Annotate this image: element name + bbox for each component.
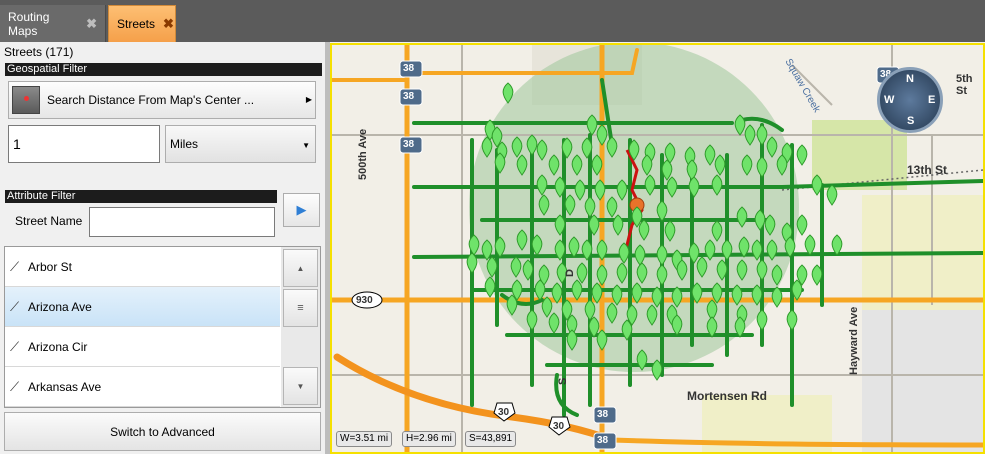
street-icon: ⟋ — [10, 258, 20, 274]
tab-bar: Routing Maps ✖ Streets ✖ — [0, 0, 985, 42]
attribute-filter-header: Attribute Filter — [5, 190, 277, 203]
tab-streets[interactable]: Streets ✖ — [108, 5, 176, 42]
street-name: Arizona Ave — [28, 299, 92, 314]
map-height-readout: H=2.96 mi — [402, 431, 456, 447]
street-label-5th-st: 5th St — [956, 73, 973, 97]
street-label-mortensen-rd: Mortensen Rd — [687, 389, 768, 403]
street-label-d: D — [564, 269, 576, 277]
map-width-readout: W=3.51 mi — [336, 431, 393, 447]
tab-label: Streets — [117, 17, 156, 31]
street-icon: ⟋ — [10, 338, 20, 354]
units-value: Miles — [170, 137, 199, 151]
us-30-shield: 30 — [553, 421, 565, 432]
streets-panel: Streets (171) Geospatial Filter Search D… — [0, 42, 325, 454]
close-icon[interactable]: ✖ — [163, 16, 174, 32]
scroll-down-button[interactable]: ▼ — [283, 367, 318, 405]
compass-south-label: S — [907, 115, 915, 127]
chevron-right-icon: ▶ — [305, 95, 312, 104]
list-scrollbar[interactable]: ▲ ≡ ▼ — [281, 247, 320, 407]
list-item[interactable]: ⟋ Arizona Cir — [5, 327, 280, 367]
street-icon: ⟋ — [10, 298, 20, 314]
street-name: Arkansas Ave — [28, 379, 102, 394]
switch-to-advanced-button[interactable]: Switch to Advanced — [4, 412, 321, 451]
tab-routing-maps[interactable]: Routing Maps ✖ — [0, 5, 106, 42]
apply-filter-button[interactable]: ▶ — [283, 193, 320, 227]
compass-east-label: E — [928, 94, 936, 106]
us-30-shield: 30 — [498, 407, 510, 418]
scroll-up-button[interactable]: ▲ — [283, 249, 318, 287]
list-item[interactable]: ⟋ Arkansas Ave — [5, 367, 280, 407]
street-label-500th-ave: 500th Ave — [357, 128, 369, 180]
route-38-shield: 38 — [597, 435, 609, 446]
route-38-shield: 38 — [403, 91, 415, 102]
streets-count: Streets (171) — [4, 45, 74, 59]
distance-input[interactable] — [8, 125, 160, 163]
play-icon: ▶ — [296, 202, 307, 217]
map-scale-readout: S=43,891 — [465, 431, 517, 447]
geospatial-filter-header: Geospatial Filter — [5, 63, 322, 76]
map-icon — [12, 86, 40, 114]
route-38-shield: 38 — [403, 63, 415, 74]
street-icon: ⟋ — [10, 378, 20, 394]
street-name: Arizona Cir — [28, 339, 88, 354]
hwy-930-shield: 930 — [356, 295, 373, 306]
chevron-down-icon: ▼ — [302, 141, 310, 150]
street-name-label: Street Name — [15, 214, 83, 228]
list-item[interactable]: ⟋ Arbor St — [5, 247, 280, 287]
search-distance-label: Search Distance From Map's Center ... — [47, 93, 255, 107]
tab-label: Routing Maps — [8, 9, 50, 38]
close-icon[interactable]: ✖ — [86, 16, 97, 32]
street-name-input[interactable] — [89, 207, 275, 237]
compass-control[interactable]: N S E W — [877, 67, 943, 133]
streets-list: ⟋ Arbor St ⟋ Arizona Ave ⟋ Arizona Cir ⟋… — [4, 246, 321, 408]
search-distance-button[interactable]: Search Distance From Map's Center ... ▶ — [8, 81, 316, 119]
list-item[interactable]: ⟋ Arizona Ave — [5, 287, 280, 327]
street-label-hayward-ave: Hayward Ave — [848, 306, 860, 375]
map-view[interactable]: 38 38 38 38 38 38 930 30 30 500th Ave 13… — [330, 43, 985, 454]
scroll-thumb[interactable]: ≡ — [283, 289, 318, 327]
street-label-s: S — [557, 377, 569, 385]
route-38-shield: 38 — [597, 409, 609, 420]
compass-west-label: W — [884, 94, 895, 106]
route-38-shield: 38 — [403, 139, 415, 150]
compass-north-label: N — [906, 73, 914, 85]
units-select[interactable]: Miles ▼ — [165, 125, 316, 163]
street-label-13th-st: 13th St — [907, 163, 948, 177]
street-name: Arbor St — [28, 259, 73, 274]
